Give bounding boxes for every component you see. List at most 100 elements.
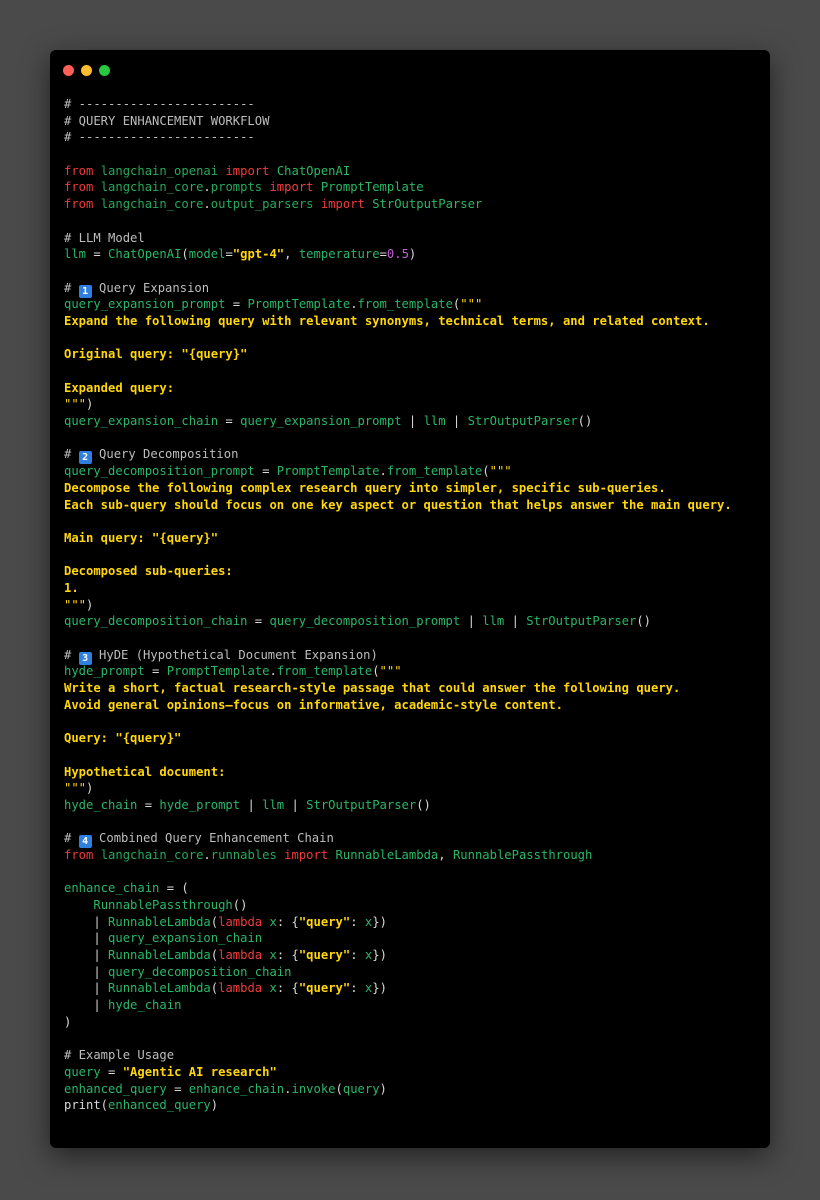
code-token: = bbox=[225, 297, 248, 312]
code-token: | bbox=[64, 981, 109, 996]
code-token: : { bbox=[276, 981, 299, 996]
code-token: lambda bbox=[218, 981, 270, 996]
code-token: lambda bbox=[218, 914, 270, 929]
code-token: . bbox=[203, 847, 211, 862]
code-token: enhance_chain bbox=[188, 1081, 285, 1096]
code-token: import bbox=[225, 163, 277, 178]
code-token: = bbox=[379, 247, 387, 262]
code-token: Combined Query Enhancement Chain bbox=[91, 831, 334, 846]
code-token: "Agentic AI research" bbox=[122, 1064, 277, 1079]
code-token: # bbox=[64, 447, 79, 462]
code-line: from langchain_core.output_parsers impor… bbox=[64, 196, 762, 213]
code-token: | bbox=[284, 797, 307, 812]
code-token: runnables bbox=[210, 847, 285, 862]
code-token: | bbox=[504, 614, 527, 629]
code-token: langchain_core bbox=[100, 847, 204, 862]
code-token: | bbox=[445, 414, 468, 429]
code-token: ( bbox=[335, 1081, 343, 1096]
code-token: = bbox=[144, 664, 167, 679]
code-token: "query" bbox=[298, 948, 351, 963]
code-token: . bbox=[269, 664, 277, 679]
close-window-button[interactable] bbox=[63, 65, 74, 76]
code-token: ( bbox=[210, 948, 219, 963]
code-token: , bbox=[438, 847, 453, 862]
code-token: Query Decomposition bbox=[91, 447, 239, 462]
code-token: RunnableLambda bbox=[108, 914, 211, 929]
code-token: RunnableLambda bbox=[335, 847, 439, 862]
code-token: = bbox=[247, 614, 270, 629]
code-token: Query Expansion bbox=[91, 280, 210, 295]
code-token: enhanced_query bbox=[108, 1098, 211, 1113]
code-token: model bbox=[188, 247, 226, 262]
code-token: | bbox=[401, 414, 424, 429]
code-token: llm bbox=[262, 797, 285, 812]
window-titlebar bbox=[50, 50, 770, 90]
code-line: query_expansion_chain = query_expansion_… bbox=[64, 413, 762, 430]
code-token: ) bbox=[379, 1081, 387, 1096]
code-token: () bbox=[416, 797, 431, 812]
code-token: PromptTemplate bbox=[320, 180, 424, 195]
code-token: | bbox=[64, 948, 109, 963]
code-token: from bbox=[64, 180, 101, 195]
code-token: hyde_chain bbox=[108, 998, 182, 1013]
code-token: temperature bbox=[298, 247, 380, 262]
code-line: query = "Agentic AI research" bbox=[64, 1064, 762, 1081]
code-token: StrOutputParser bbox=[306, 797, 417, 812]
code-token: query_expansion_prompt bbox=[64, 297, 226, 312]
code-line: # 1 Query Expansion bbox=[64, 280, 762, 298]
code-token: . bbox=[203, 180, 211, 195]
code-token: output_parsers bbox=[210, 197, 321, 212]
code-token: | bbox=[240, 797, 263, 812]
code-token: langchain_core bbox=[100, 180, 204, 195]
code-token: lambda bbox=[218, 948, 270, 963]
code-line: # 3 HyDE (Hypothetical Document Expansio… bbox=[64, 647, 762, 665]
code-token: }) bbox=[372, 981, 387, 996]
code-token: llm bbox=[482, 614, 505, 629]
code-line: query_decomposition_chain = query_decomp… bbox=[64, 613, 762, 630]
code-token: 1. bbox=[64, 580, 79, 595]
code-line: | query_expansion_chain bbox=[64, 930, 762, 947]
code-token: HyDE (Hypothetical Document Expansion) bbox=[91, 647, 378, 662]
code-token: query bbox=[342, 1081, 380, 1096]
code-line: hyde_chain = hyde_prompt | llm | StrOutp… bbox=[64, 797, 762, 814]
code-token: """ bbox=[489, 464, 512, 479]
code-token: "query" bbox=[298, 981, 351, 996]
code-line: enhance_chain = ( bbox=[64, 880, 762, 897]
code-window: # ------------------------ # QUERY ENHANC… bbox=[50, 50, 770, 1148]
code-token: Hypothetical document: bbox=[64, 764, 226, 779]
code-line: | RunnableLambda(lambda x: {"query": x}) bbox=[64, 980, 762, 997]
code-editor[interactable]: # ------------------------ # QUERY ENHANC… bbox=[64, 96, 762, 1114]
code-token: () bbox=[577, 414, 593, 429]
code-token: Decompose the following complex research… bbox=[64, 480, 666, 495]
code-line: # 2 Query Decomposition bbox=[64, 446, 762, 465]
code-token: () bbox=[636, 614, 652, 629]
code-token: StrOutputParser bbox=[526, 614, 637, 629]
code-token: , bbox=[284, 247, 299, 262]
code-token: : bbox=[350, 914, 365, 929]
zoom-window-button[interactable] bbox=[99, 65, 110, 76]
code-token: from bbox=[64, 163, 101, 178]
code-token: RunnableLambda bbox=[108, 948, 211, 963]
code-line: Main query: "{query}" bbox=[64, 530, 762, 547]
code-line: # ------------------------ bbox=[64, 96, 762, 113]
code-token: enhanced_query bbox=[64, 1081, 167, 1096]
code-token: prompts bbox=[210, 180, 270, 195]
code-token: = bbox=[86, 247, 109, 262]
code-token: ChatOpenAI bbox=[276, 163, 351, 178]
code-token: RunnablePassthrough bbox=[93, 898, 233, 912]
code-token: llm bbox=[423, 414, 446, 429]
code-token: query_expansion_chain bbox=[108, 931, 263, 946]
code-token: Expand the following query with relevant… bbox=[64, 313, 710, 328]
code-token: : { bbox=[276, 948, 299, 963]
code-token: RunnablePassthrough bbox=[452, 847, 593, 862]
code-token: from bbox=[64, 847, 101, 862]
code-line: llm = ChatOpenAI(model="gpt-4", temperat… bbox=[64, 246, 762, 263]
code-line: """) bbox=[64, 780, 762, 797]
minimize-window-button[interactable] bbox=[81, 65, 92, 76]
